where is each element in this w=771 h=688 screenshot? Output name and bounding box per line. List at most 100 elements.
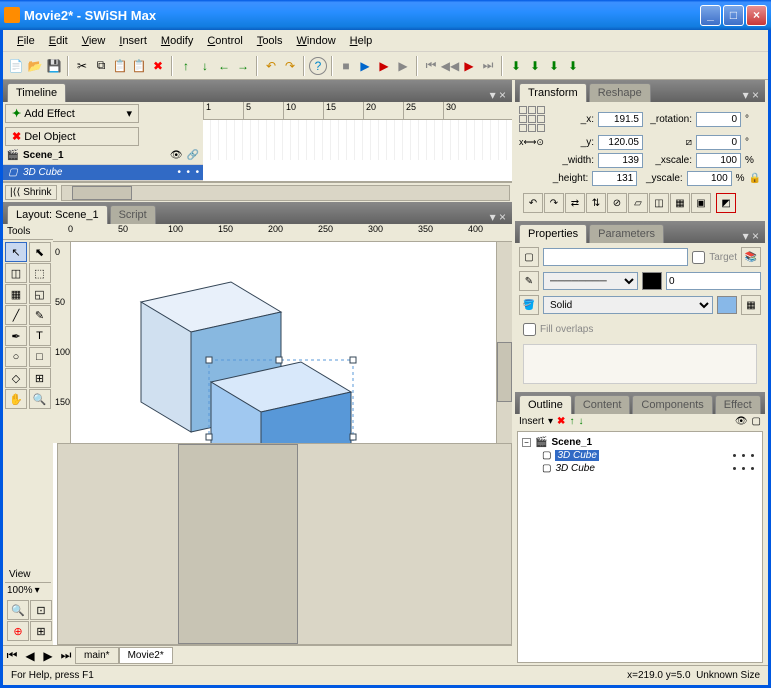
stop-icon[interactable]: ■ bbox=[337, 57, 355, 75]
transform-panel-menu[interactable]: ▾ × bbox=[737, 88, 765, 102]
paste-icon[interactable]: 📋 bbox=[111, 57, 129, 75]
save-icon[interactable]: 💾 bbox=[45, 57, 63, 75]
help-icon[interactable]: ? bbox=[309, 57, 327, 75]
tab-content[interactable]: Content bbox=[574, 395, 631, 414]
rotate-90cw-icon[interactable]: ↷ bbox=[544, 193, 564, 213]
maximize-button[interactable]: □ bbox=[723, 5, 744, 26]
rewind-icon[interactable]: ⏮ bbox=[422, 57, 440, 75]
properties-panel-menu[interactable]: ▾ × bbox=[737, 229, 765, 243]
layer-3dcube[interactable]: ▢ 3D Cube • • • bbox=[3, 165, 203, 182]
rect-tool[interactable]: □ bbox=[29, 347, 51, 367]
move-down-icon[interactable]: ↓ bbox=[578, 416, 583, 427]
tab-transform[interactable]: Transform bbox=[519, 83, 587, 102]
autoshape-tool[interactable]: ◇ bbox=[5, 368, 27, 388]
tab-reshape[interactable]: Reshape bbox=[589, 83, 651, 102]
zoom-100-icon[interactable]: ⊡ bbox=[30, 600, 52, 620]
edit-fill-icon[interactable]: ▦ bbox=[741, 295, 761, 315]
pen-tool[interactable]: ✒ bbox=[5, 326, 27, 346]
collapse-icon[interactable]: − bbox=[522, 438, 531, 447]
arrow-left-icon[interactable]: ← bbox=[215, 57, 233, 75]
fill-tool[interactable]: ▦ bbox=[5, 284, 27, 304]
rotation-input[interactable] bbox=[696, 112, 741, 127]
next-frame-icon[interactable]: ▶ bbox=[460, 57, 478, 75]
stroke-width-input[interactable] bbox=[666, 272, 761, 290]
first-tab-icon[interactable]: ⏮ bbox=[3, 647, 21, 665]
menu-modify[interactable]: Modify bbox=[155, 33, 199, 49]
tab-script[interactable]: Script bbox=[110, 205, 156, 224]
menu-tools[interactable]: Tools bbox=[251, 33, 289, 49]
snap-icon[interactable]: ⊕ bbox=[7, 621, 29, 641]
hand-tool[interactable]: ✋ bbox=[5, 389, 27, 409]
menu-view[interactable]: View bbox=[76, 33, 112, 49]
insert-dropdown-icon[interactable]: ▾ bbox=[548, 416, 553, 427]
tab-movie2[interactable]: Movie2* bbox=[119, 647, 173, 664]
shape-type-icon[interactable]: ▢ bbox=[519, 247, 539, 267]
arrow-down-icon[interactable]: ↓ bbox=[196, 57, 214, 75]
ellipse-tool[interactable]: ○ bbox=[5, 347, 27, 367]
tab-outline[interactable]: Outline bbox=[519, 395, 572, 414]
end-icon[interactable]: ⏭ bbox=[479, 57, 497, 75]
delete-node-icon[interactable]: ✖ bbox=[557, 416, 565, 427]
menu-help[interactable]: Help bbox=[344, 33, 379, 49]
zoom-value[interactable]: 100% bbox=[7, 585, 33, 596]
fit-icon[interactable]: ▣ bbox=[691, 193, 711, 213]
menu-edit[interactable]: Edit bbox=[43, 33, 74, 49]
line-tool[interactable]: ╱ bbox=[5, 305, 27, 325]
reshape-tool[interactable]: ◫ bbox=[5, 263, 27, 283]
export-exe-icon[interactable]: ⬇ bbox=[545, 57, 563, 75]
last-tab-icon[interactable]: ⏭ bbox=[57, 647, 75, 665]
reset-scale-icon[interactable]: ◫ bbox=[649, 193, 669, 213]
timeline-scrollbar[interactable] bbox=[61, 185, 510, 201]
menu-file[interactable]: File bbox=[11, 33, 41, 49]
perspective-tool[interactable]: ◱ bbox=[29, 284, 51, 304]
skew-input[interactable] bbox=[696, 135, 741, 150]
prev-frame-icon[interactable]: ◀◀ bbox=[441, 57, 459, 75]
export-html-icon[interactable]: ⬇ bbox=[507, 57, 525, 75]
canvas-vscroll[interactable] bbox=[496, 242, 512, 443]
eye-icon[interactable]: 👁 bbox=[170, 150, 183, 161]
transform-tool[interactable]: ⬚ bbox=[29, 263, 51, 283]
paste2-icon[interactable]: 📋 bbox=[130, 57, 148, 75]
export-swf-icon[interactable]: ⬇ bbox=[526, 57, 544, 75]
timeline-panel-menu[interactable]: ▾ × bbox=[484, 88, 512, 102]
canvas-stage[interactable] bbox=[71, 242, 496, 443]
export-avi-icon[interactable]: ⬇ bbox=[564, 57, 582, 75]
cube-front-selected[interactable] bbox=[201, 352, 361, 443]
text-tool[interactable]: T bbox=[29, 326, 51, 346]
tab-properties[interactable]: Properties bbox=[519, 224, 587, 243]
canvas-hscroll[interactable] bbox=[57, 443, 512, 646]
fill-overlaps-checkbox[interactable] bbox=[523, 323, 536, 336]
tab-effect[interactable]: Effect bbox=[715, 395, 761, 414]
library-icon[interactable]: 📚 bbox=[741, 247, 761, 267]
tab-timeline[interactable]: Timeline bbox=[7, 83, 66, 102]
outline-panel-menu[interactable]: ▾ bbox=[763, 400, 768, 414]
stroke-icon[interactable]: ✎ bbox=[519, 271, 539, 291]
menu-insert[interactable]: Insert bbox=[113, 33, 153, 49]
undo-icon[interactable]: ↶ bbox=[262, 57, 280, 75]
xscale-input[interactable] bbox=[696, 153, 741, 168]
reset-all-icon[interactable]: ▦ bbox=[670, 193, 690, 213]
lock-icon[interactable]: 🔒 bbox=[749, 173, 761, 184]
next-tab-icon[interactable]: ▶ bbox=[39, 647, 57, 665]
fill-color[interactable] bbox=[717, 296, 737, 314]
flip-v-icon[interactable]: ⇅ bbox=[586, 193, 606, 213]
link-icon[interactable]: 🔗 bbox=[187, 150, 199, 161]
tree-cube-1[interactable]: ▢ 3D Cube bbox=[522, 449, 758, 462]
zoom-fit-icon[interactable]: 🔍 bbox=[7, 600, 29, 620]
pencil-tool[interactable]: ✎ bbox=[29, 305, 51, 325]
grid-icon[interactable]: ⊞ bbox=[30, 621, 52, 641]
move-up-icon[interactable]: ↑ bbox=[569, 416, 574, 427]
new-icon[interactable]: 📄 bbox=[7, 57, 25, 75]
close-button[interactable]: × bbox=[746, 5, 767, 26]
target-checkbox[interactable] bbox=[692, 251, 705, 264]
layer-scene[interactable]: 🎬 Scene_1 👁 🔗 bbox=[3, 148, 203, 165]
play-scene-icon[interactable]: ▶ bbox=[375, 57, 393, 75]
timeline-grid[interactable] bbox=[203, 120, 512, 160]
play-icon[interactable]: ▶ bbox=[356, 57, 374, 75]
prev-tab-icon[interactable]: ◀ bbox=[21, 647, 39, 665]
open-icon[interactable]: 📂 bbox=[26, 57, 44, 75]
menu-window[interactable]: Window bbox=[291, 33, 342, 49]
flip-h-icon[interactable]: ⇄ bbox=[565, 193, 585, 213]
stroke-color[interactable] bbox=[642, 272, 662, 290]
minimize-button[interactable]: _ bbox=[700, 5, 721, 26]
